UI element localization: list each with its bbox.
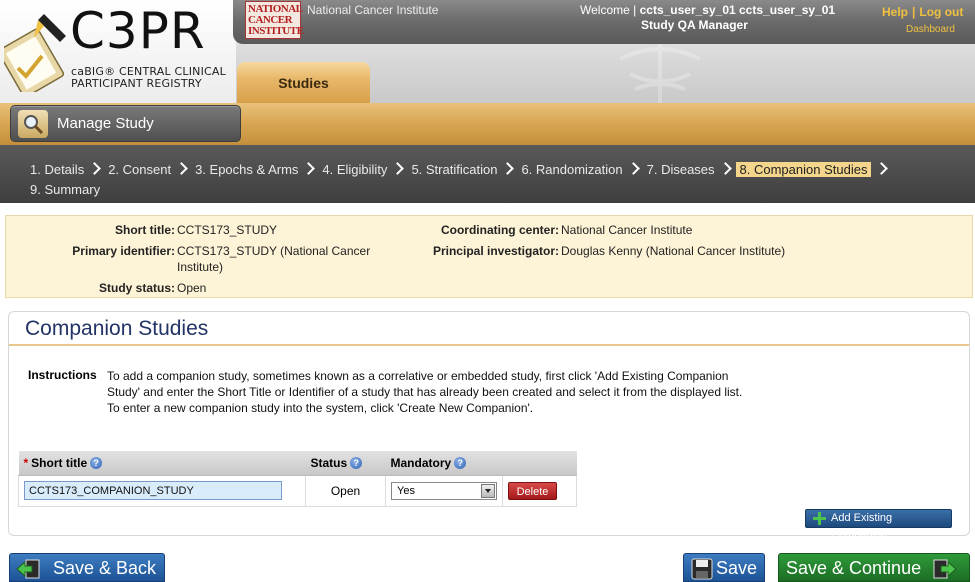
chevron-right-icon xyxy=(877,162,887,176)
chevron-right-icon xyxy=(177,162,187,176)
study-status-value: Open xyxy=(177,281,207,295)
instructions-text: To add a companion study, sometimes know… xyxy=(107,368,827,416)
help-icon[interactable]: ? xyxy=(90,456,103,469)
magnifier-icon xyxy=(18,110,48,138)
principal-investigator-value: Douglas Kenny (National Cancer Institute… xyxy=(561,244,786,258)
app-header: C3PR caBIG® CENTRAL CLINICAL PARTICIPANT… xyxy=(0,0,975,103)
floppy-disk-icon xyxy=(691,558,713,580)
logo-subtitle: caBIG® CENTRAL CLINICAL PARTICIPANT REGI… xyxy=(71,66,226,90)
step-randomization[interactable]: 6. Randomization xyxy=(521,162,622,177)
study-summary-box: Short title: CCTS173_STUDY Primary ident… xyxy=(5,215,973,298)
column-label-status: Status xyxy=(310,455,348,470)
primary-identifier-value: CCTS173_STUDY (National Cancer Institute… xyxy=(177,243,370,275)
caduceus-watermark-icon xyxy=(619,44,701,103)
panel-title: Companion Studies xyxy=(25,317,209,340)
short-title-value: CCTS173_STUDY xyxy=(177,223,278,237)
save-back-label: Save & Back xyxy=(53,558,157,578)
chevron-right-icon xyxy=(503,162,513,176)
help-icon[interactable]: ? xyxy=(350,456,363,469)
panel-divider xyxy=(9,344,969,346)
step-epochs-arms[interactable]: 3. Epochs & Arms xyxy=(195,162,298,177)
chevron-right-icon xyxy=(393,162,403,176)
back-arrow-icon xyxy=(16,559,40,579)
steps-row-1: 1. Details 2. Consent 3. Epochs & Arms 4… xyxy=(30,160,895,178)
user-name: ccts_user_sy_01 ccts_user_sy_01 xyxy=(639,3,836,17)
step-stratification[interactable]: 5. Stratification xyxy=(411,162,497,177)
coordinating-center-label: Coordinating center: xyxy=(440,223,559,237)
dropdown-arrow-icon xyxy=(481,483,495,498)
column-header-mandatory: Mandatory? xyxy=(385,451,503,476)
instructions-label: Instructions xyxy=(28,368,97,382)
add-existing-companion-label: Add Existing Companion xyxy=(831,512,893,541)
wizard-steps: 1. Details 2. Consent 3. Epochs & Arms 4… xyxy=(0,145,975,203)
save-back-button[interactable]: Save & Back xyxy=(9,553,165,582)
manage-study-bar: Manage Study xyxy=(0,103,975,145)
column-header-short-title: * Short title? xyxy=(18,451,306,476)
mandatory-select[interactable]: Yes xyxy=(391,481,497,500)
study-status-label: Study status: xyxy=(98,281,175,295)
user-role: Study QA Manager xyxy=(641,18,748,32)
save-continue-label: Save & Continue xyxy=(786,558,922,578)
tab-studies[interactable]: Studies xyxy=(237,62,370,103)
nci-name: National Cancer Institute xyxy=(307,3,439,17)
logo-subtitle-line2: PARTICIPANT REGISTRY xyxy=(71,77,202,90)
step-diseases[interactable]: 7. Diseases xyxy=(647,162,715,177)
save-continue-button[interactable]: Save & Continue xyxy=(778,553,970,582)
step-companion-studies[interactable]: 8. Companion Studies xyxy=(735,161,872,177)
short-title-input[interactable] xyxy=(24,481,282,500)
c3pr-logo-text: C3PR xyxy=(70,2,206,60)
step-consent[interactable]: 2. Consent xyxy=(108,162,171,177)
cell-mandatory: Yes xyxy=(385,474,503,507)
clipboard-logo-icon xyxy=(4,14,66,92)
short-title-label: Short title: xyxy=(115,223,175,237)
chevron-right-icon xyxy=(90,162,100,176)
delete-button[interactable]: Delete xyxy=(508,481,557,500)
header-links: Help | Log out xyxy=(882,5,963,19)
required-marker: * xyxy=(23,455,29,470)
coordinating-center-value: National Cancer Institute xyxy=(561,223,693,237)
plus-icon xyxy=(813,512,826,525)
save-label: Save xyxy=(716,558,758,578)
cell-short-title xyxy=(18,474,306,507)
column-label-short-title: Short title xyxy=(31,455,88,470)
instructions-line3: To enter a new companion study into the … xyxy=(107,401,534,415)
companion-table: *Short title? Status? Mandatory? Open Ye… xyxy=(18,451,577,507)
nci-logo: NATIONAL CANCER INSTITUTE xyxy=(245,1,304,39)
chevron-right-icon xyxy=(304,162,314,176)
dashboard-link[interactable]: Dashboard xyxy=(906,24,955,35)
chevron-right-icon xyxy=(721,162,731,176)
primary-identifier-line2: Institute) xyxy=(177,260,224,274)
chevron-right-icon xyxy=(629,162,639,176)
logout-link[interactable]: Log out xyxy=(919,5,963,19)
welcome-text: Welcome | ccts_user_sy_01 ccts_user_sy_0… xyxy=(580,3,835,17)
instructions-line1: To add a companion study, sometimes know… xyxy=(107,369,729,383)
companion-studies-panel: Companion Studies Instructions To add a … xyxy=(8,311,970,541)
logo-area: C3PR caBIG® CENTRAL CLINICAL PARTICIPANT… xyxy=(0,0,236,103)
forward-arrow-icon xyxy=(933,559,957,579)
table-row: Open Yes Delete xyxy=(18,474,577,507)
cell-actions: Delete xyxy=(502,474,577,507)
welcome-prefix: Welcome | xyxy=(580,3,637,17)
column-header-actions xyxy=(502,451,577,476)
add-existing-companion-button[interactable]: Add Existing Companion xyxy=(805,509,952,541)
save-button[interactable]: Save xyxy=(683,553,765,582)
help-link[interactable]: Help xyxy=(882,5,908,19)
cell-status: Open xyxy=(305,474,386,507)
primary-identifier-label: Primary identifier: xyxy=(72,244,175,258)
instructions-line2: Study' and enter the Short Title or Iden… xyxy=(107,385,743,399)
help-icon[interactable]: ? xyxy=(454,456,467,469)
step-summary[interactable]: 9. Summary xyxy=(30,182,100,197)
manage-study-label: Manage Study xyxy=(57,115,154,132)
manage-study-button[interactable]: Manage Study xyxy=(10,105,241,142)
table-header-row: * Short title? Status? Mandatory? xyxy=(18,451,577,476)
mandatory-select-value: Yes xyxy=(397,484,415,497)
link-separator: | xyxy=(912,5,916,19)
column-label-mandatory: Mandatory xyxy=(390,455,452,470)
principal-investigator-label: Principal investigator: xyxy=(432,244,559,258)
steps-row-2: 9. Summary xyxy=(30,180,100,198)
step-eligibility[interactable]: 4. Eligibility xyxy=(322,162,387,177)
column-header-status: Status? xyxy=(305,451,386,476)
primary-identifier-line1: CCTS173_STUDY (National Cancer xyxy=(177,244,371,258)
step-details[interactable]: 1. Details xyxy=(30,162,84,177)
